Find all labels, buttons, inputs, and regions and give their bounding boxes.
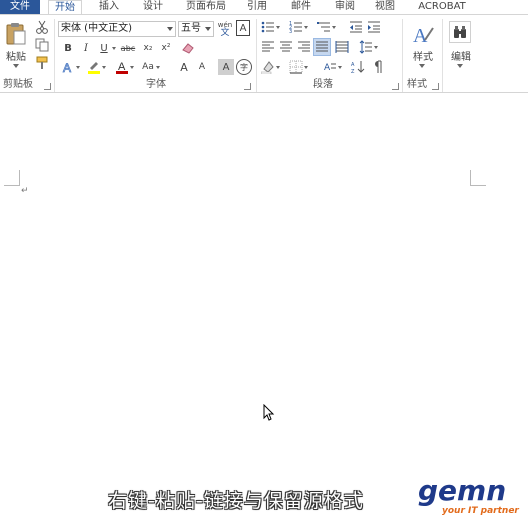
enclose-characters-button[interactable]: 字: [236, 59, 252, 75]
svg-text:A: A: [63, 61, 71, 74]
tab-home[interactable]: 开始: [48, 0, 82, 15]
font-name-combo[interactable]: 宋体 (中文正文): [58, 21, 176, 37]
format-painter-icon[interactable]: [34, 55, 50, 71]
phonetic-guide-char: 文: [220, 28, 230, 38]
distributed-icon[interactable]: [334, 39, 350, 55]
font-size-combo[interactable]: 五号: [178, 21, 214, 37]
styles-group-label: 样式: [407, 79, 427, 90]
strikethrough-button[interactable]: abc: [120, 40, 136, 56]
borders-icon[interactable]: [288, 59, 308, 75]
document-page[interactable]: ↵: [0, 94, 528, 520]
tab-view[interactable]: 视图: [368, 0, 402, 14]
mouse-cursor-icon: [263, 403, 275, 422]
chevron-down-icon: [167, 27, 173, 31]
underline-button[interactable]: U: [96, 40, 116, 56]
increase-indent-icon[interactable]: [366, 19, 382, 35]
copy-icon[interactable]: [34, 37, 50, 53]
phonetic-guide-button[interactable]: wén 文: [216, 20, 234, 38]
multilevel-list-icon[interactable]: [316, 19, 336, 35]
paste-button[interactable]: 粘贴: [4, 49, 28, 63]
svg-text:Z: Z: [351, 69, 355, 74]
styles-button[interactable]: 样式: [406, 49, 440, 63]
group-divider: [402, 19, 403, 92]
align-right-icon[interactable]: [296, 39, 312, 55]
tab-page-layout[interactable]: 页面布局: [182, 0, 230, 14]
svg-text:A: A: [324, 63, 331, 73]
tab-file[interactable]: 文件: [0, 0, 40, 14]
group-divider: [256, 19, 257, 92]
svg-text:A: A: [413, 25, 428, 46]
decrease-indent-icon[interactable]: [348, 19, 364, 35]
superscript-button[interactable]: x²: [158, 40, 174, 56]
styles-launcher-icon[interactable]: [432, 83, 439, 90]
group-divider: [442, 19, 443, 92]
italic-button[interactable]: I: [78, 40, 94, 56]
styles-label: 样式: [413, 51, 433, 63]
svg-text:3: 3: [289, 29, 292, 34]
character-shading-button[interactable]: A: [218, 59, 234, 75]
group-divider: [54, 19, 55, 92]
font-name-value: 宋体 (中文正文): [61, 23, 132, 34]
editing-label: 编辑: [451, 51, 471, 63]
video-caption: 右键-粘贴-链接与保留源格式: [108, 490, 364, 512]
font-group-label: 字体: [146, 79, 166, 90]
editing-button[interactable]: 编辑: [446, 49, 476, 63]
change-case-button[interactable]: Aa: [140, 59, 160, 75]
numbering-icon[interactable]: 123: [288, 19, 308, 35]
paste-label: 粘贴: [6, 51, 26, 63]
tab-acrobat[interactable]: ACROBAT: [412, 0, 472, 14]
margin-corner-mark-left: [4, 170, 20, 186]
align-center-icon[interactable]: [278, 39, 294, 55]
font-launcher-icon[interactable]: [244, 83, 251, 90]
shrink-font-button[interactable]: A: [194, 59, 210, 75]
font-size-value: 五号: [181, 23, 201, 34]
paste-dropdown-icon[interactable]: [12, 63, 20, 69]
editing-dropdown-icon[interactable]: [456, 63, 464, 69]
paste-icon[interactable]: [4, 21, 28, 47]
line-spacing-icon[interactable]: [358, 39, 378, 55]
clipboard-launcher-icon[interactable]: [44, 83, 51, 90]
ribbon-tab-bar: 文件 开始 插入 设计 页面布局 引用 邮件 审阅 视图 ACROBAT: [0, 0, 528, 15]
tab-mailings[interactable]: 邮件: [284, 0, 318, 14]
highlight-color-icon[interactable]: [86, 59, 106, 75]
subscript-button[interactable]: x₂: [140, 40, 156, 56]
tab-design[interactable]: 设计: [136, 0, 170, 14]
svg-text:A: A: [351, 62, 355, 68]
cut-icon[interactable]: [34, 19, 50, 35]
logo-tagline: your IT partner: [442, 506, 519, 516]
bold-button[interactable]: B: [60, 40, 76, 56]
tab-references[interactable]: 引用: [240, 0, 274, 14]
shading-icon[interactable]: [260, 59, 280, 75]
justify-icon[interactable]: [313, 38, 331, 56]
asian-layout-icon[interactable]: A: [322, 59, 342, 75]
chevron-down-icon: [205, 27, 211, 31]
ribbon: 粘贴 剪贴板 宋体 (中文正文) 五号 wén 文 A B I U abc x₂…: [0, 14, 528, 93]
show-marks-icon[interactable]: [370, 59, 386, 75]
styles-icon[interactable]: A: [410, 21, 436, 47]
font-color-icon[interactable]: A: [114, 59, 134, 75]
logo-wordmark: gemn: [418, 474, 507, 507]
tab-insert[interactable]: 插入: [92, 0, 126, 14]
find-binoculars-icon[interactable]: [449, 21, 471, 43]
sort-icon[interactable]: AZ: [350, 59, 366, 75]
paragraph-group-label: 段落: [313, 79, 333, 90]
grow-font-button[interactable]: A: [176, 59, 192, 75]
paragraph-launcher-icon[interactable]: [392, 83, 399, 90]
align-left-icon[interactable]: [260, 39, 276, 55]
clear-formatting-icon[interactable]: [180, 40, 196, 56]
tab-review[interactable]: 审阅: [328, 0, 362, 14]
margin-corner-mark-right: [470, 170, 486, 186]
text-effects-icon[interactable]: A: [60, 59, 80, 75]
clipboard-group-label: 剪贴板: [3, 79, 33, 90]
brand-logo: gemn your IT partner: [418, 474, 526, 518]
bullets-icon[interactable]: [260, 19, 280, 35]
styles-dropdown-icon[interactable]: [418, 63, 426, 69]
paragraph-mark: ↵: [21, 186, 29, 196]
character-border-button[interactable]: A: [236, 20, 250, 36]
